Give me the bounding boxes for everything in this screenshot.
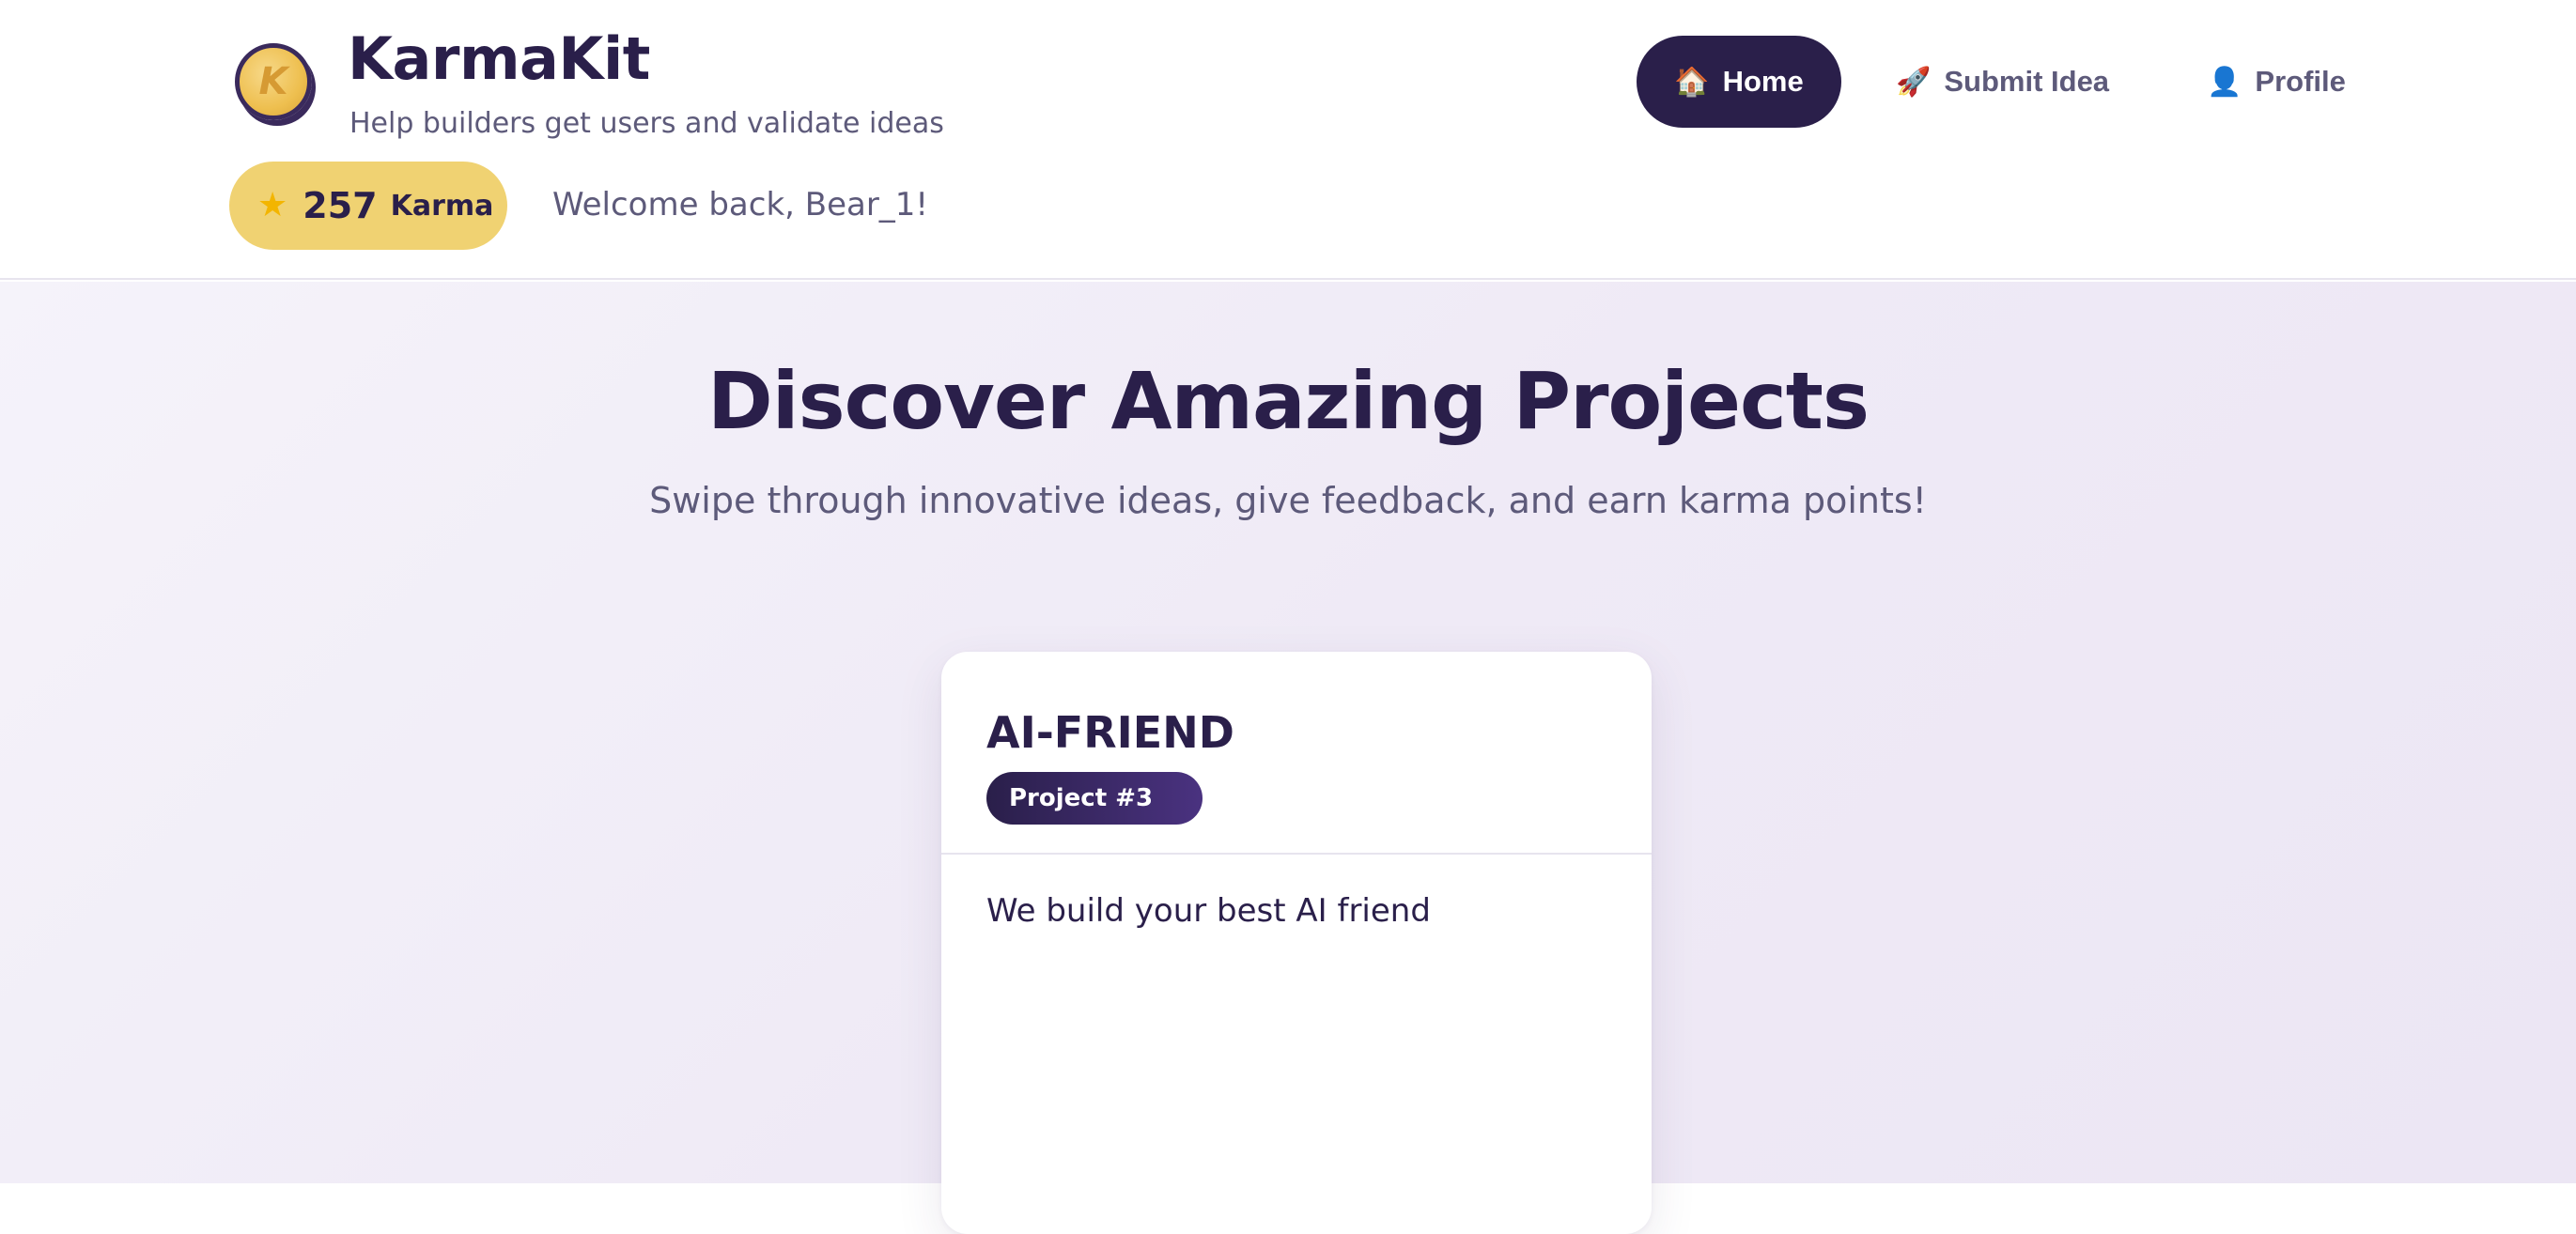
nav-home-label: Home <box>1722 65 1804 98</box>
hero-subtitle: Swipe through innovative ideas, give fee… <box>649 480 1927 521</box>
karma-label: Karma <box>390 189 494 223</box>
house-icon: 🏠 <box>1674 65 1710 99</box>
nav-profile-label: Profile <box>2255 65 2346 98</box>
brand-title[interactable]: KarmaKit <box>348 21 650 98</box>
project-title: AI-FRIEND <box>986 707 1234 758</box>
nav-submit-idea-button[interactable]: 🚀 Submit Idea <box>1896 36 2109 128</box>
hero-title: Discover Amazing Projects <box>707 355 1870 447</box>
karmakit-logo[interactable]: K <box>235 43 312 120</box>
project-card-body: We build your best AI friend <box>941 855 1652 932</box>
nav-home-button[interactable]: 🏠 Home <box>1637 36 1841 128</box>
star-icon: ★ <box>257 186 288 224</box>
project-card[interactable]: AI-FRIEND Project #3 We build your best … <box>941 652 1652 1234</box>
nav-profile-button[interactable]: 👤 Profile <box>2207 36 2346 128</box>
user-icon: 👤 <box>2207 65 2242 99</box>
app-header: K KarmaKit Help builders get users and v… <box>0 0 2576 280</box>
project-number-badge: Project #3 <box>986 772 1203 825</box>
welcome-message: Welcome back, Bear_1! <box>552 186 929 224</box>
karma-badge: ★ 257 Karma <box>229 162 507 250</box>
project-description: We build your best AI friend <box>986 892 1431 930</box>
main-content: Discover Amazing Projects Swipe through … <box>0 282 2576 1234</box>
nav-submit-idea-label: Submit Idea <box>1944 65 2110 98</box>
logo-letter: K <box>258 60 288 103</box>
karma-count: 257 <box>303 185 378 226</box>
rocket-icon: 🚀 <box>1896 65 1932 99</box>
main-nav: 🏠 Home 🚀 Submit Idea 👤 Profile <box>1637 36 2346 128</box>
project-card-header: AI-FRIEND Project #3 <box>941 652 1652 855</box>
brand-tagline: Help builders get users and validate ide… <box>349 107 944 140</box>
